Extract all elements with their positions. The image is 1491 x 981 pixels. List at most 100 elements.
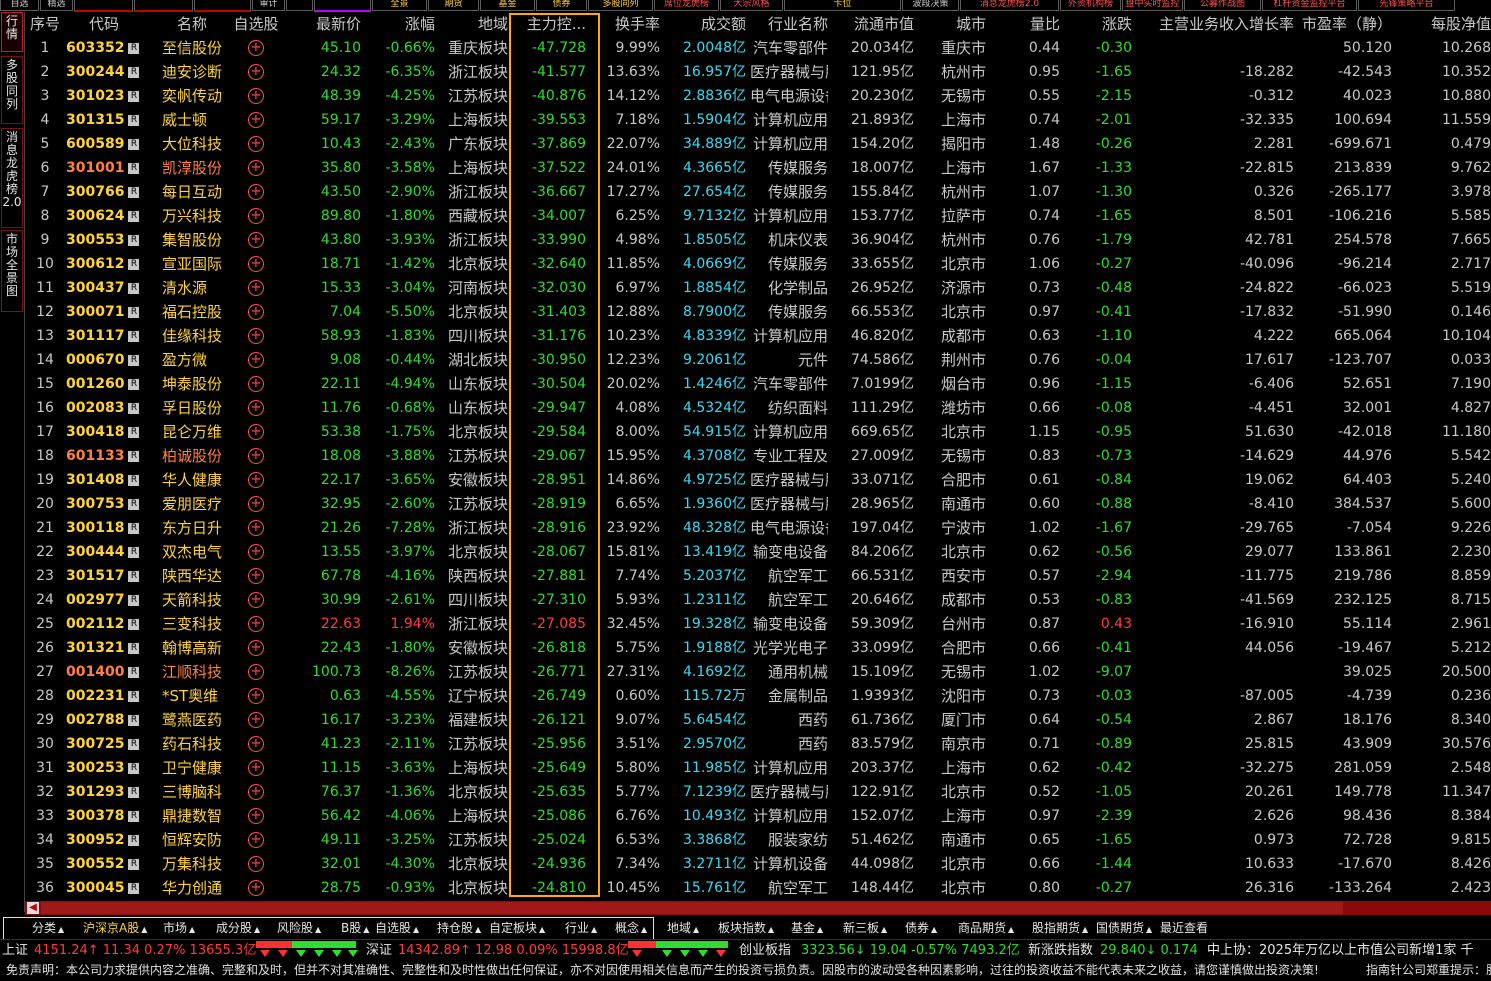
header-region[interactable]: 地域 xyxy=(438,12,508,36)
stock-code[interactable]: 300612 xyxy=(66,256,124,272)
add-to-watchlist-icon[interactable]: + xyxy=(248,447,264,464)
header-turnover[interactable]: 换手率 xyxy=(598,12,660,36)
add-to-watchlist-icon[interactable]: + xyxy=(248,495,264,512)
header-amount[interactable]: 成交额 xyxy=(662,12,746,36)
table-row[interactable]: 13 301117 R 佳缘科技 +58.93 -1.83% 四川板块 -31.176 10.2… xyxy=(26,324,1491,348)
stock-name[interactable]: 万兴科技 xyxy=(162,204,234,228)
table-row[interactable]: 15 001260 R 坤泰股份 +22.11 -4.94% 山东板块 -30.504 20.0… xyxy=(26,372,1491,396)
add-to-watchlist-icon[interactable]: + xyxy=(248,687,264,704)
stock-code[interactable]: 300753 xyxy=(66,496,124,512)
stock-name[interactable]: 大位科技 xyxy=(162,132,234,156)
row-code[interactable]: 301023 R xyxy=(66,84,142,108)
stock-name[interactable]: 药石科技 xyxy=(162,732,234,756)
sidebar-tab-news-dragon[interactable]: 消息龙虎榜2.0 xyxy=(1,128,23,228)
row-code[interactable]: 300071 R xyxy=(66,300,142,324)
stock-name[interactable]: 坤泰股份 xyxy=(162,372,234,396)
top-toolbar-button[interactable]: 自选 xyxy=(0,0,39,11)
top-toolbar-button[interactable]: 外资机构榜 xyxy=(1060,0,1121,11)
stock-code[interactable]: 300118 xyxy=(66,520,124,536)
table-row[interactable]: 22 300444 R 双杰电气 +13.55 -3.97% 北京板块 -28.067 15.8… xyxy=(26,540,1491,564)
bottom-tab[interactable]: 风险股 ▲ xyxy=(277,920,321,936)
table-row[interactable]: 23 301517 R 陕西华达 +67.78 -4.16% 陕西板块 -27.881 7.74… xyxy=(26,564,1491,588)
stock-name[interactable]: 奕帆传动 xyxy=(162,84,234,108)
table-row[interactable]: 9 300553 R 集智股份 +43.80 -3.93% 浙江板块 -33.990 4.98%… xyxy=(26,228,1491,252)
stock-code[interactable]: 300418 xyxy=(66,424,124,440)
add-to-watchlist-icon[interactable]: + xyxy=(248,711,264,728)
add-to-watchlist-icon[interactable]: + xyxy=(248,855,264,872)
table-row[interactable]: 28 002231 R *ST奥维 +0.63 -4.55% 辽宁板块 -26.749 0.60… xyxy=(26,684,1491,708)
row-code[interactable]: 301315 R xyxy=(66,108,142,132)
table-row[interactable]: 19 301408 R 华人健康 +22.17 -3.65% 安徽板块 -28.951 14.8… xyxy=(26,468,1491,492)
table-row[interactable]: 29 002788 R 鹭燕医药 +16.17 -3.23% 福建板块 -26.121 9.07… xyxy=(26,708,1491,732)
stock-name[interactable]: 孚日股份 xyxy=(162,396,234,420)
table-row[interactable]: 8 300624 R 万兴科技 +89.80 -1.80% 西藏板块 -34.007 6.25%… xyxy=(26,204,1491,228)
stock-name[interactable]: 天箭科技 xyxy=(162,588,234,612)
new-index-label[interactable]: 新涨跌指数 xyxy=(1028,942,1093,960)
row-code[interactable]: 300378 R xyxy=(66,804,142,828)
table-row[interactable]: 21 300118 R 东方日升 +21.26 -7.28% 浙江板块 -28.916 23.9… xyxy=(26,516,1491,540)
stock-code[interactable]: 300378 xyxy=(66,808,124,824)
news-ticker[interactable]: 中上协：2025年万亿以上市值公司新增1家 千 xyxy=(1207,942,1474,960)
header-seq[interactable]: 序号 xyxy=(26,12,64,36)
bottom-tab[interactable]: 市场 ▲ xyxy=(163,920,195,936)
top-toolbar-button[interactable] xyxy=(286,0,313,11)
cy-index-value[interactable]: 3323.56↓ 19.04 -0.57% 7493.2亿 xyxy=(801,942,1020,960)
sidebar-tab-quotes[interactable]: 行情 xyxy=(1,12,23,52)
table-row[interactable]: 27 001400 R 江顺科技 +100.73 -8.26% 江苏板块 -26.771 27.… xyxy=(26,660,1491,684)
bottom-tab[interactable]: 股指期货 ▲ xyxy=(1032,920,1088,936)
top-toolbar-button[interactable]: 波段决策 xyxy=(902,0,959,11)
sz-index-label[interactable]: 深证 xyxy=(366,942,392,960)
stock-name[interactable]: 凯淳股份 xyxy=(162,156,234,180)
header-change-pct[interactable]: 涨幅 xyxy=(363,12,435,36)
table-row[interactable]: 20 300753 R 爱朋医疗 +32.95 -2.60% 江苏板块 -28.919 6.65… xyxy=(26,492,1491,516)
stock-code[interactable]: 002112 xyxy=(66,616,124,632)
bottom-tab[interactable]: 最近查看 xyxy=(1160,920,1208,936)
add-to-watchlist-icon[interactable]: + xyxy=(248,39,264,56)
stock-name[interactable]: 双杰电气 xyxy=(162,540,234,564)
header-code[interactable]: 代码 xyxy=(66,12,142,36)
add-to-watchlist-icon[interactable]: + xyxy=(248,279,264,296)
add-to-watchlist-icon[interactable]: + xyxy=(248,303,264,320)
table-row[interactable]: 2 300244 R 迪安诊断 +24.32 -6.35% 浙江板块 -41.577 13.63… xyxy=(26,60,1491,84)
row-code[interactable]: 300612 R xyxy=(66,252,142,276)
header-city[interactable]: 城市 xyxy=(918,12,986,36)
add-to-watchlist-icon[interactable]: + xyxy=(248,831,264,848)
row-code[interactable]: 002083 R xyxy=(66,396,142,420)
stock-name[interactable]: 东方日升 xyxy=(162,516,234,540)
stock-code[interactable]: 301408 xyxy=(66,472,124,488)
header-main-control[interactable]: 主力控... xyxy=(508,12,586,36)
add-to-watchlist-icon[interactable]: + xyxy=(248,519,264,536)
row-code[interactable]: 603352 R xyxy=(66,36,142,60)
new-index-value[interactable]: 29.840↓ 0.174 xyxy=(1100,942,1198,960)
bottom-tab[interactable]: 自定板块 ▲ xyxy=(489,920,545,936)
add-to-watchlist-icon[interactable]: + xyxy=(248,879,264,896)
table-row[interactable]: 24 002977 R 天箭科技 +30.99 -2.61% 四川板块 -27.310 5.93… xyxy=(26,588,1491,612)
stock-code[interactable]: 301117 xyxy=(66,328,124,344)
stock-name[interactable]: 迪安诊断 xyxy=(162,60,234,84)
stock-code[interactable]: 300437 xyxy=(66,280,124,296)
row-code[interactable]: 300553 R xyxy=(66,228,142,252)
stock-code[interactable]: 001260 xyxy=(66,376,124,392)
bottom-tab[interactable]: 基金 ▲ xyxy=(791,920,823,936)
scrollbar-thumb[interactable] xyxy=(41,902,1343,914)
row-code[interactable]: 300444 R xyxy=(66,540,142,564)
add-to-watchlist-icon[interactable]: + xyxy=(248,351,264,368)
add-to-watchlist-icon[interactable]: + xyxy=(248,135,264,152)
add-to-watchlist-icon[interactable]: + xyxy=(248,663,264,680)
table-row[interactable]: 7 300766 R 每日互动 +43.50 -2.90% 浙江板块 -36.667 17.27… xyxy=(26,180,1491,204)
add-to-watchlist-icon[interactable]: + xyxy=(248,543,264,560)
row-code[interactable]: 301293 R xyxy=(66,780,142,804)
row-code[interactable]: 002112 R xyxy=(66,612,142,636)
stock-name[interactable]: 华力创通 xyxy=(162,876,234,900)
add-to-watchlist-icon[interactable]: + xyxy=(248,783,264,800)
stock-code[interactable]: 002231 xyxy=(66,688,124,704)
stock-name[interactable]: 至信股份 xyxy=(162,36,234,60)
row-code[interactable]: 300753 R xyxy=(66,492,142,516)
table-row[interactable]: 16 002083 R 孚日股份 +11.76 -0.68% 山东板块 -29.947 4.08… xyxy=(26,396,1491,420)
top-toolbar-button[interactable]: 大宗风格 xyxy=(720,0,783,11)
table-row[interactable]: 32 301293 R 三博脑科 +76.37 -1.36% 北京板块 -25.635 5.77… xyxy=(26,780,1491,804)
sidebar-tab-multi-stock[interactable]: 多股同列 xyxy=(1,56,23,124)
bottom-tab[interactable]: 自选股 ▲ xyxy=(375,920,419,936)
table-row[interactable]: 12 300071 R 福石控股 +7.04 -5.50% 北京板块 -31.403 12.88… xyxy=(26,300,1491,324)
top-toolbar-button[interactable]: 席位龙虎榜 xyxy=(654,0,719,11)
